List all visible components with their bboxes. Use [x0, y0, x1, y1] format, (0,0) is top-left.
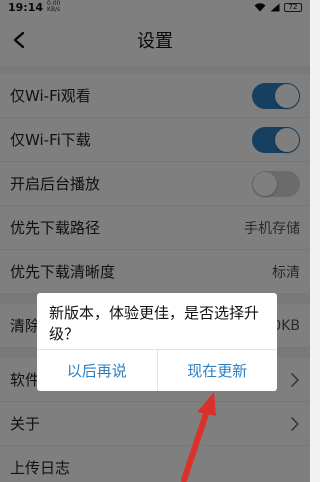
dialog-message: 新版本，体验更佳，是否选择升级？: [49, 304, 260, 343]
annotation-arrow-icon: [181, 392, 216, 482]
modal-overlay[interactable]: [0, 0, 310, 482]
update-dialog: 新版本，体验更佳，是否选择升级？ 以后再说 现在更新: [37, 293, 277, 391]
update-now-button[interactable]: 现在更新: [156, 350, 278, 391]
dialog-buttons: 以后再说 现在更新: [37, 349, 277, 391]
later-button[interactable]: 以后再说: [37, 350, 157, 391]
